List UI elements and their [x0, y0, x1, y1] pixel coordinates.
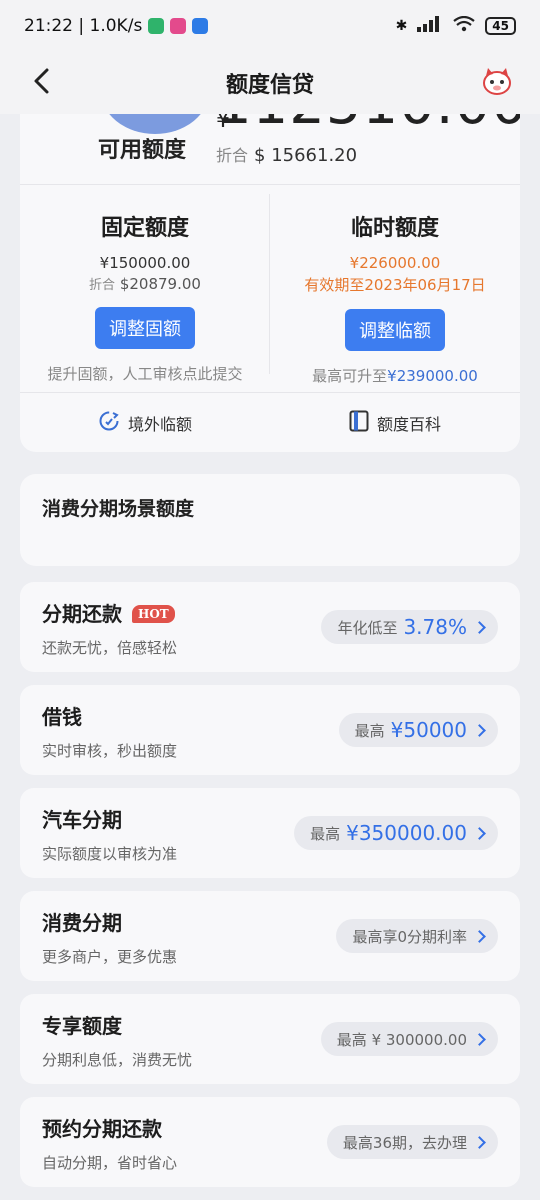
- temporary-validity: 有效期至2023年06月17日: [304, 276, 486, 294]
- temporary-credit-amount: ¥226000.00: [349, 254, 441, 272]
- fixed-credit-converted: 折合 $20879.00: [20, 274, 270, 293]
- list-item-subtitle: 更多商户，更多优惠: [42, 948, 178, 966]
- list-item-title: 消费分期: [42, 911, 122, 935]
- chevron-right-icon: [473, 620, 486, 634]
- adjust-temporary-button[interactable]: 调整临额: [345, 309, 445, 351]
- available-label: 可用额度: [98, 138, 187, 163]
- nav-bar: 额度信贷: [0, 52, 540, 114]
- available-amount: 112510.00: [216, 114, 520, 137]
- list-item-title: 分期还款 HOT: [42, 598, 175, 627]
- fixed-credit-title: 固定额度: [100, 216, 189, 241]
- pill-value: ¥50000: [390, 718, 467, 742]
- fixed-credit-amount: ¥150000.00: [99, 254, 191, 272]
- chevron-right-icon: [473, 929, 486, 943]
- overseas-link-label: 境外临额: [127, 415, 192, 434]
- pill-value: ¥350000.00: [346, 821, 467, 845]
- apply-pill[interactable]: 最高36期，去办理: [326, 1125, 498, 1159]
- overseas-temp-credit-link[interactable]: 境外临额: [20, 394, 270, 452]
- adjust-fixed-button[interactable]: 调整固额: [95, 307, 195, 349]
- temporary-credit-section: 临时额度 ¥226000.00 有效期至2023年06月17日 调整临额 最高可…: [270, 210, 520, 386]
- footer-value: ¥239000.00: [387, 367, 478, 385]
- list-item-subtitle: 自动分期，省时省心: [42, 1154, 178, 1172]
- conv-amount: $20879.00: [119, 275, 201, 293]
- status-time: 21:22 | 1.0K/s: [24, 16, 143, 36]
- available-converted: 折合 $ 15661.20: [216, 142, 357, 166]
- hot-badge: HOT: [132, 605, 175, 623]
- pill-prefix: 最高 ¥ 300000.00: [336, 1030, 467, 1049]
- pill-prefix: 最高: [354, 721, 385, 740]
- fixed-credit-footer[interactable]: 提升固额，人工审核点此提交: [20, 363, 270, 384]
- temporary-credit-title: 临时额度: [350, 216, 439, 241]
- list-item-scheduled-installment[interactable]: 预约分期还款 自动分期，省时省心 最高36期，去办理: [20, 1097, 520, 1187]
- tank-app-icon: [170, 18, 187, 34]
- conv-prefix: 折合: [216, 146, 249, 165]
- limit-pill[interactable]: 最高 ¥50000: [338, 713, 498, 747]
- bluetooth-icon: ✱: [395, 18, 408, 34]
- list-item-consumer-installment[interactable]: 消费分期 更多商户，更多优惠 最高享0分期利率: [20, 891, 520, 981]
- encyclopedia-link-label: 额度百科: [376, 415, 441, 434]
- list-item-subtitle: 实际额度以审核为准: [42, 845, 178, 863]
- list-item-subtitle: 实时审核，秒出额度: [42, 742, 178, 760]
- page-title: 额度信贷: [225, 73, 314, 98]
- scene-credit-title: 消费分期场景额度: [42, 498, 195, 520]
- limit-pill[interactable]: 最高 ¥350000.00: [294, 816, 498, 850]
- signal-icon: [417, 16, 443, 36]
- credit-ring-graphic: [100, 114, 210, 134]
- list-item-exclusive-credit[interactable]: 专享额度 分期利息低，消费无忧 最高 ¥ 300000.00: [20, 994, 520, 1084]
- footer-prefix: 最高可升至: [312, 367, 388, 385]
- chevron-right-icon: [473, 1032, 486, 1046]
- pill-prefix: 最高享0分期利率: [352, 927, 467, 946]
- pill-prefix: 最高: [310, 824, 341, 843]
- wifi-icon: [453, 15, 475, 36]
- scene-credit-card[interactable]: 消费分期场景额度: [20, 474, 520, 566]
- rate-pill[interactable]: 年化低至 3.78%: [321, 610, 498, 644]
- currency-sign: ¥: [216, 114, 230, 133]
- title-text: 分期还款: [42, 602, 122, 626]
- divider: [20, 392, 520, 393]
- credit-links: 境外临额 额度百科: [20, 394, 520, 452]
- hotspot-icon: [192, 18, 209, 34]
- mascot-icon[interactable]: [480, 64, 514, 98]
- offer-pill[interactable]: 最高享0分期利率: [336, 919, 498, 953]
- list-item-title: 汽车分期: [42, 808, 122, 832]
- conv-amount: $ 15661.20: [254, 145, 358, 166]
- list-item-title: 借钱: [42, 705, 82, 729]
- list-item-subtitle: 分期利息低，消费无忧: [42, 1051, 193, 1069]
- pill-value: 3.78%: [403, 615, 467, 639]
- book-icon: [349, 410, 369, 436]
- back-icon[interactable]: [28, 66, 58, 96]
- credit-encyclopedia-link[interactable]: 额度百科: [270, 394, 520, 452]
- list-item-borrow[interactable]: 借钱 实时审核，秒出额度 最高 ¥50000: [20, 685, 520, 775]
- pill-prefix: 最高36期，去办理: [342, 1133, 467, 1152]
- list-item-subtitle: 还款无忧，倍感轻松: [42, 639, 178, 657]
- limit-pill[interactable]: 最高 ¥ 300000.00: [320, 1022, 498, 1056]
- conv-prefix: 折合: [89, 278, 116, 293]
- chevron-right-icon: [473, 826, 486, 840]
- temporary-credit-footer: 最高可升至¥239000.00: [270, 365, 520, 386]
- list-item-title: 预约分期还款: [42, 1117, 162, 1141]
- pill-prefix: 年化低至: [337, 618, 398, 637]
- list-item-title: 专享额度: [42, 1014, 122, 1038]
- refresh-globe-icon: [98, 410, 120, 436]
- credit-card: 112510.00 ¥ 可用额度 折合 $ 15661.20 固定额度 ¥1500…: [20, 114, 520, 452]
- divider: [20, 184, 520, 185]
- list-item-car-installment[interactable]: 汽车分期 实际额度以审核为准 最高 ¥350000.00: [20, 788, 520, 878]
- list-item-installment-repay[interactable]: 分期还款 HOT 还款无忧，倍感轻松 年化低至 3.78%: [20, 582, 520, 672]
- fixed-credit-section: 固定额度 ¥150000.00 折合 $20879.00 调整固额 提升固额，人…: [20, 210, 270, 384]
- status-bar: 21:22 | 1.0K/s ✱ 45: [0, 0, 540, 52]
- shield-app-icon: [148, 18, 165, 34]
- battery-icon: 45: [485, 17, 516, 35]
- chevron-right-icon: [473, 723, 486, 737]
- chevron-right-icon: [473, 1135, 486, 1149]
